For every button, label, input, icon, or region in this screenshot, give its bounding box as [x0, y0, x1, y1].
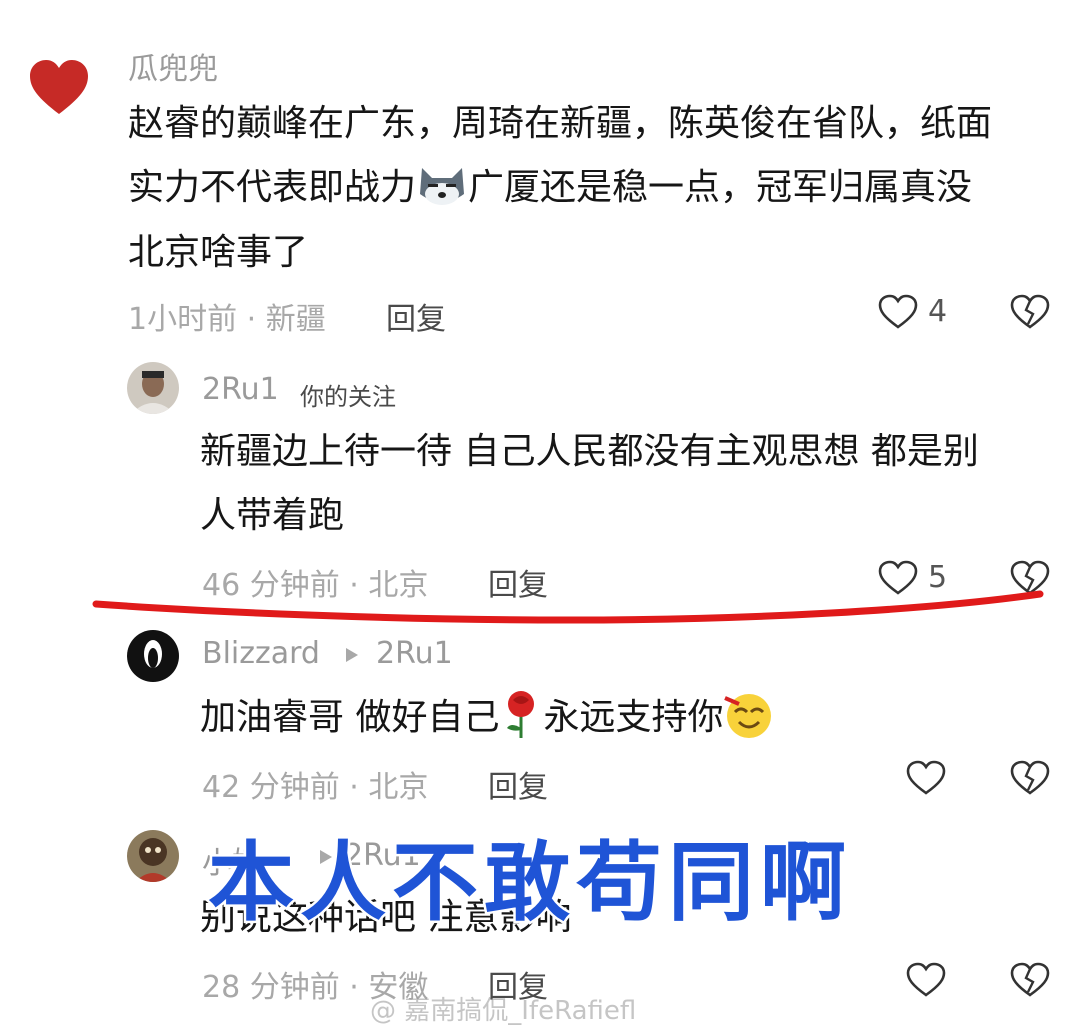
comment-text-line: 北京啥事了 — [128, 232, 309, 273]
reply-to-username[interactable]: 2Ru1 — [376, 636, 453, 671]
comment-text-line: 实力不代表即战力 广厦还是稳一点，冠军归属真没 — [128, 156, 1068, 221]
avatar[interactable] — [127, 362, 179, 414]
reply-arrow-icon — [344, 646, 360, 664]
smile-emoji-icon — [723, 687, 775, 751]
comment-meta: 42 分钟前 · 北京 — [202, 770, 429, 805]
heart-icon — [28, 58, 90, 116]
dislike-icon[interactable] — [1010, 760, 1050, 796]
like-count: 4 — [928, 294, 948, 329]
comment-text: 赵睿的巅峰在广东，周琦在新疆，陈英俊在省队，纸面 实力不代表即战力 广厦还是稳一… — [128, 92, 1068, 285]
comment-username[interactable]: Blizzard — [202, 636, 320, 671]
following-badge: 你的关注 — [300, 383, 396, 411]
avatar[interactable] — [127, 830, 179, 882]
comment-username[interactable]: 瓜兜兜 — [128, 44, 218, 88]
red-underline-mark — [90, 586, 1050, 630]
reply-button[interactable]: 回复 — [386, 294, 446, 338]
avatar[interactable] — [127, 630, 179, 682]
comment-username[interactable]: 2Ru1 — [202, 372, 279, 407]
comment-text: 新疆边上待一待 自己人民都没有主观思想 都是别 人带着跑 — [200, 420, 1060, 548]
overlay-caption: 本人不敢苟同啊 — [206, 831, 852, 936]
rose-emoji-icon — [499, 687, 543, 751]
like-icon[interactable] — [906, 962, 946, 998]
comment-text-line: 新疆边上待一待 自己人民都没有主观思想 都是别 — [200, 431, 979, 472]
comment-text-part: 广厦还是稳一点，冠军归属真没 — [468, 167, 973, 208]
watermark: @ 嘉南搞侃_IfeRafiefl — [370, 996, 637, 1026]
comment-text-part: 永远支持你 — [543, 697, 724, 738]
comment-text-line: 赵睿的巅峰在广东，周琦在新疆，陈英俊在省队，纸面 — [128, 103, 993, 144]
comment-text-line: 人带着跑 — [200, 495, 345, 536]
comment-meta: 1小时前 · 新疆 — [128, 302, 326, 337]
comment-text: 加油睿哥 做好自己 永远支持你 — [200, 686, 1060, 751]
husky-emoji-icon — [416, 157, 468, 221]
comment-text-part: 实力不代表即战力 — [128, 167, 417, 208]
comment-text-part: 加油睿哥 做好自己 — [200, 697, 500, 738]
like-icon[interactable] — [906, 760, 946, 796]
dislike-icon[interactable] — [1010, 294, 1050, 330]
like-icon[interactable] — [878, 294, 918, 330]
reply-button[interactable]: 回复 — [488, 762, 548, 806]
dislike-icon[interactable] — [1010, 962, 1050, 998]
